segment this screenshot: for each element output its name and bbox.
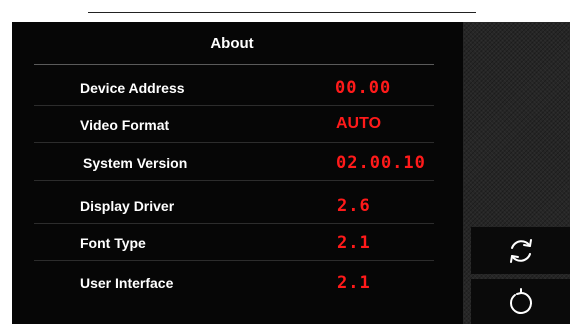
info-row-system-version: System Version 02.00.10 [34, 145, 434, 181]
row-divider [34, 142, 434, 143]
info-row-device-address: Device Address 00.00 [34, 70, 434, 106]
top-divider [88, 12, 476, 13]
row-divider [34, 105, 434, 106]
row-value: 00.00 [335, 78, 392, 98]
row-divider [34, 180, 434, 181]
restore-button[interactable] [471, 279, 570, 324]
row-label: System Version [83, 155, 188, 171]
restore-icon [509, 287, 532, 314]
info-row-font-type: Font Type 2.1 [34, 225, 434, 261]
row-label: Device Address [80, 80, 185, 96]
info-row-video-format: Video Format AUTO [34, 107, 434, 143]
row-divider [34, 223, 434, 224]
row-label: Video Format [80, 117, 170, 133]
info-row-display-driver: Display Driver 2.6 [34, 188, 434, 224]
page-title: About [210, 35, 254, 52]
row-value: 2.6 [337, 196, 371, 216]
refresh-icon [509, 238, 532, 263]
info-row-user-interface: User Interface 2.1 [34, 265, 434, 301]
row-value: AUTO [336, 115, 382, 132]
row-value: 2.1 [337, 273, 371, 293]
row-value: 2.1 [337, 233, 371, 253]
row-divider [34, 260, 434, 261]
row-value: 02.00.10 [336, 153, 426, 173]
title-divider [34, 64, 434, 65]
row-label: Font Type [80, 235, 146, 251]
row-label: User Interface [80, 275, 174, 291]
row-label: Display Driver [80, 198, 175, 214]
right-margin [570, 0, 578, 324]
refresh-button[interactable] [471, 227, 570, 274]
